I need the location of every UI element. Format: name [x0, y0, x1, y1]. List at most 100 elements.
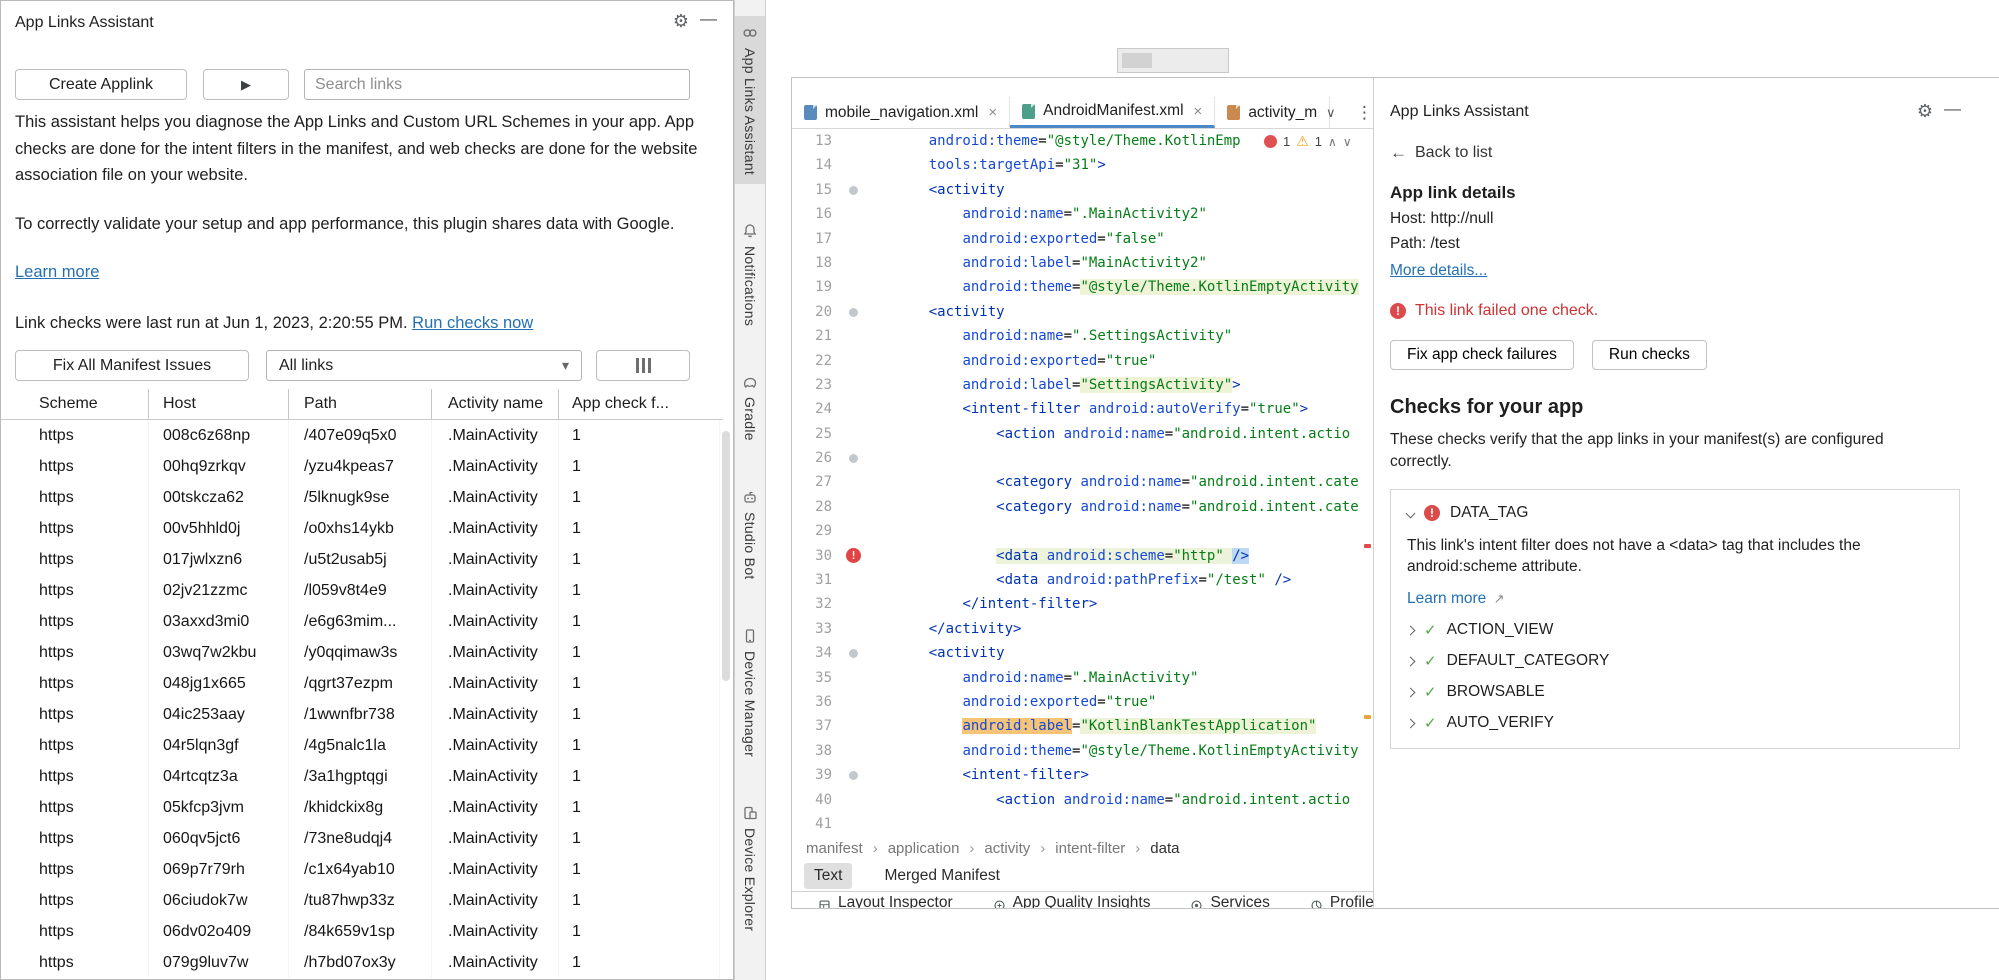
table-row[interactable]: https048jg1x665/qgrt37ezpm.MainActivity1: [1, 668, 723, 699]
code-line[interactable]: 15 <activity: [792, 178, 1373, 202]
table-row[interactable]: https03wq7w2kbu/y0qqimaw3s.MainActivity1: [1, 637, 723, 668]
breadcrumb-item[interactable]: manifest: [806, 840, 863, 857]
warning-stripe-mark[interactable]: [1364, 715, 1371, 719]
passed-check-row[interactable]: ✓BROWSABLE: [1407, 683, 1943, 701]
tab-activity-layout-xml[interactable]: activity_m: [1215, 97, 1330, 128]
code-line[interactable]: 28 <category android:name="android.inten…: [792, 495, 1373, 519]
tab-android-manifest-xml[interactable]: AndroidManifest.xml ×: [1010, 97, 1215, 128]
code-line[interactable]: 39 <intent-filter>: [792, 763, 1373, 787]
run-checks-now-link[interactable]: Run checks now: [412, 314, 533, 332]
tab-text[interactable]: Text: [804, 863, 852, 889]
table-row[interactable]: https069p7r79rh/c1x64yab10.MainActivity1: [1, 854, 723, 885]
learn-more-link[interactable]: Learn more: [15, 263, 99, 282]
breadcrumb-item[interactable]: application: [888, 840, 960, 857]
passed-check-row[interactable]: ✓DEFAULT_CATEGORY: [1407, 652, 1943, 670]
code-line[interactable]: 40 <action android:name="android.intent.…: [792, 788, 1373, 812]
inspection-widget[interactable]: 1 ⚠ 1 ∧ ∨: [1258, 132, 1358, 151]
tool-tab-app-links-assistant[interactable]: App Links Assistant: [735, 16, 765, 184]
code-line[interactable]: 32 </intent-filter>: [792, 592, 1373, 616]
gear-icon[interactable]: ⚙: [1917, 101, 1933, 122]
links-filter-dropdown[interactable]: All links ▾: [266, 350, 582, 381]
code-line[interactable]: 22 android:exported="true": [792, 349, 1373, 373]
table-row[interactable]: https04r5lqn3gf/4g5nalc1la.MainActivity1: [1, 730, 723, 761]
code-line[interactable]: 33 </activity>: [792, 617, 1373, 641]
search-input[interactable]: [304, 69, 690, 100]
code-line[interactable]: 14 tools:targetApi="31">: [792, 153, 1373, 177]
failed-check-row[interactable]: ! DATA_TAG: [1407, 504, 1943, 522]
table-row[interactable]: https060qv5jct6/73ne8udqj4.MainActivity1: [1, 823, 723, 854]
table-row[interactable]: https079g9luv7w/h7bd07ox3y.MainActivity1: [1, 947, 723, 978]
code-line[interactable]: 30! <data android:scheme="http" />: [792, 544, 1373, 568]
breadcrumb-item[interactable]: activity: [984, 840, 1030, 857]
error-stripe[interactable]: [1363, 129, 1373, 837]
table-row[interactable]: https04rtcqtz3a/3a1hgptqgi.MainActivity1: [1, 761, 723, 792]
breadcrumb-item[interactable]: data: [1150, 840, 1179, 857]
tool-tab-studio-bot[interactable]: Studio Bot: [735, 480, 765, 589]
table-row[interactable]: https008c6z68np/407e09q5x0.MainActivity1: [1, 420, 723, 451]
code-line[interactable]: 21 android:name=".SettingsActivity": [792, 324, 1373, 348]
table-row[interactable]: https00tskcza62/5lknugk9se.MainActivity1: [1, 482, 723, 513]
table-row[interactable]: https017jwlxzn6/u5t2usab5j.MainActivity1: [1, 544, 723, 575]
table-scrollbar[interactable]: [722, 431, 730, 681]
code-line[interactable]: 20 <activity: [792, 300, 1373, 324]
error-stripe-mark[interactable]: [1364, 544, 1371, 548]
play-icon[interactable]: ▶: [203, 69, 289, 100]
table-row[interactable]: https06ciudok7w/tu87hwp33z.MainActivity1: [1, 885, 723, 916]
more-details-link[interactable]: More details...: [1390, 262, 1957, 280]
tab-mobile-navigation-xml[interactable]: mobile_navigation.xml ×: [792, 97, 1010, 128]
code-line[interactable]: 41: [792, 812, 1373, 836]
create-applink-button[interactable]: Create Applink: [15, 69, 187, 100]
tab-merged-manifest[interactable]: Merged Manifest: [874, 863, 1009, 889]
bottom-tool-app-quality-insights[interactable]: App Quality Insights: [993, 892, 1151, 909]
column-header[interactable]: Scheme: [1, 389, 149, 419]
table-row[interactable]: https00v5hhld0j/o0xhs14ykb.MainActivity1: [1, 513, 723, 544]
hidden-tabs-chevron-icon[interactable]: ∨: [1326, 97, 1336, 129]
code-line[interactable]: 23 android:label="SettingsActivity">: [792, 373, 1373, 397]
close-icon[interactable]: ×: [1194, 103, 1203, 120]
code-line[interactable]: 26: [792, 446, 1373, 470]
passed-check-row[interactable]: ✓AUTO_VERIFY: [1407, 714, 1943, 732]
breadcrumb-item[interactable]: intent-filter: [1055, 840, 1125, 857]
code-line[interactable]: 19 android:theme="@style/Theme.KotlinEmp…: [792, 275, 1373, 299]
column-header[interactable]: Host: [149, 389, 289, 419]
code-line[interactable]: 37 android:label="KotlinBlankTestApplica…: [792, 714, 1373, 738]
code-line[interactable]: 36 android:exported="true": [792, 690, 1373, 714]
back-to-list-link[interactable]: ← Back to list: [1390, 143, 1492, 163]
code-line[interactable]: 25 <action android:name="android.intent.…: [792, 422, 1373, 446]
table-row[interactable]: https05kfcp3jvm/khidckix8g.MainActivity1: [1, 792, 723, 823]
code-line[interactable]: 35 android:name=".MainActivity": [792, 666, 1373, 690]
fix-all-manifest-issues-button[interactable]: Fix All Manifest Issues: [15, 350, 249, 381]
column-settings-button[interactable]: [596, 350, 690, 381]
code-line[interactable]: 38 android:theme="@style/Theme.KotlinEmp…: [792, 739, 1373, 763]
column-header[interactable]: Activity name: [432, 389, 559, 419]
table-row[interactable]: https04ic253aay/1wwnfbr738.MainActivity1: [1, 699, 723, 730]
bottom-tool-layout-inspector[interactable]: Layout Inspector: [818, 892, 953, 909]
code-line[interactable]: 17 android:exported="false": [792, 227, 1373, 251]
minimize-icon[interactable]: —: [1944, 99, 1961, 119]
learn-more-link[interactable]: Learn more: [1407, 590, 1486, 607]
column-header[interactable]: Path: [289, 389, 432, 419]
passed-check-row[interactable]: ✓ACTION_VIEW: [1407, 621, 1943, 639]
tool-tab-device-explorer[interactable]: Device Explorer: [735, 796, 765, 940]
table-row[interactable]: https00hq9zrkqv/yzu4kpeas7.MainActivity1: [1, 451, 723, 482]
run-checks-button[interactable]: Run checks: [1592, 340, 1707, 370]
fix-app-check-failures-button[interactable]: Fix app check failures: [1390, 340, 1574, 370]
code-editor[interactable]: 13 android:theme="@style/Theme.KotlinEmp…: [792, 129, 1373, 837]
code-line[interactable]: 18 android:label="MainActivity2": [792, 251, 1373, 275]
code-line[interactable]: 29: [792, 519, 1373, 543]
tool-tab-gradle[interactable]: Gradle: [735, 365, 765, 450]
code-line[interactable]: 31 <data android:pathPrefix="/test" />: [792, 568, 1373, 592]
tool-tab-notifications[interactable]: Notifications: [735, 214, 765, 335]
tool-tab-device-manager[interactable]: Device Manager: [735, 619, 765, 766]
minimize-icon[interactable]: —: [700, 9, 717, 29]
code-line[interactable]: 24 <intent-filter android:autoVerify="tr…: [792, 397, 1373, 421]
table-row[interactable]: https06dv02o409/84k659v1sp.MainActivity1: [1, 916, 723, 947]
bottom-tool-profiler[interactable]: Profiler: [1310, 892, 1373, 909]
code-line[interactable]: 27 <category android:name="android.inten…: [792, 470, 1373, 494]
bottom-tool-services[interactable]: Services: [1190, 892, 1269, 909]
editor-options-kebab-icon[interactable]: ⋮: [1356, 97, 1373, 129]
gear-icon[interactable]: ⚙: [673, 11, 689, 32]
table-row[interactable]: https03axxd3mi0/e6g63mim....MainActivity…: [1, 606, 723, 637]
table-row[interactable]: https02jv21zzmc/l059v8t4e9.MainActivity1: [1, 575, 723, 606]
close-icon[interactable]: ×: [988, 104, 997, 121]
